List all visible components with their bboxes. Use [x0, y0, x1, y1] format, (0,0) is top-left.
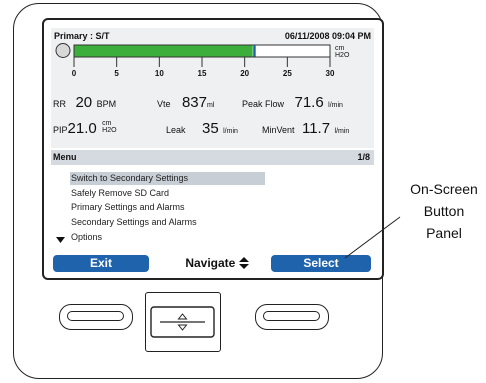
callout-line-1: On-Screen [410, 181, 478, 197]
callout-line-3: Panel [426, 225, 462, 241]
callout-line-2: Button [423, 203, 465, 219]
callout-label: On-Screen Button Panel [399, 178, 486, 244]
